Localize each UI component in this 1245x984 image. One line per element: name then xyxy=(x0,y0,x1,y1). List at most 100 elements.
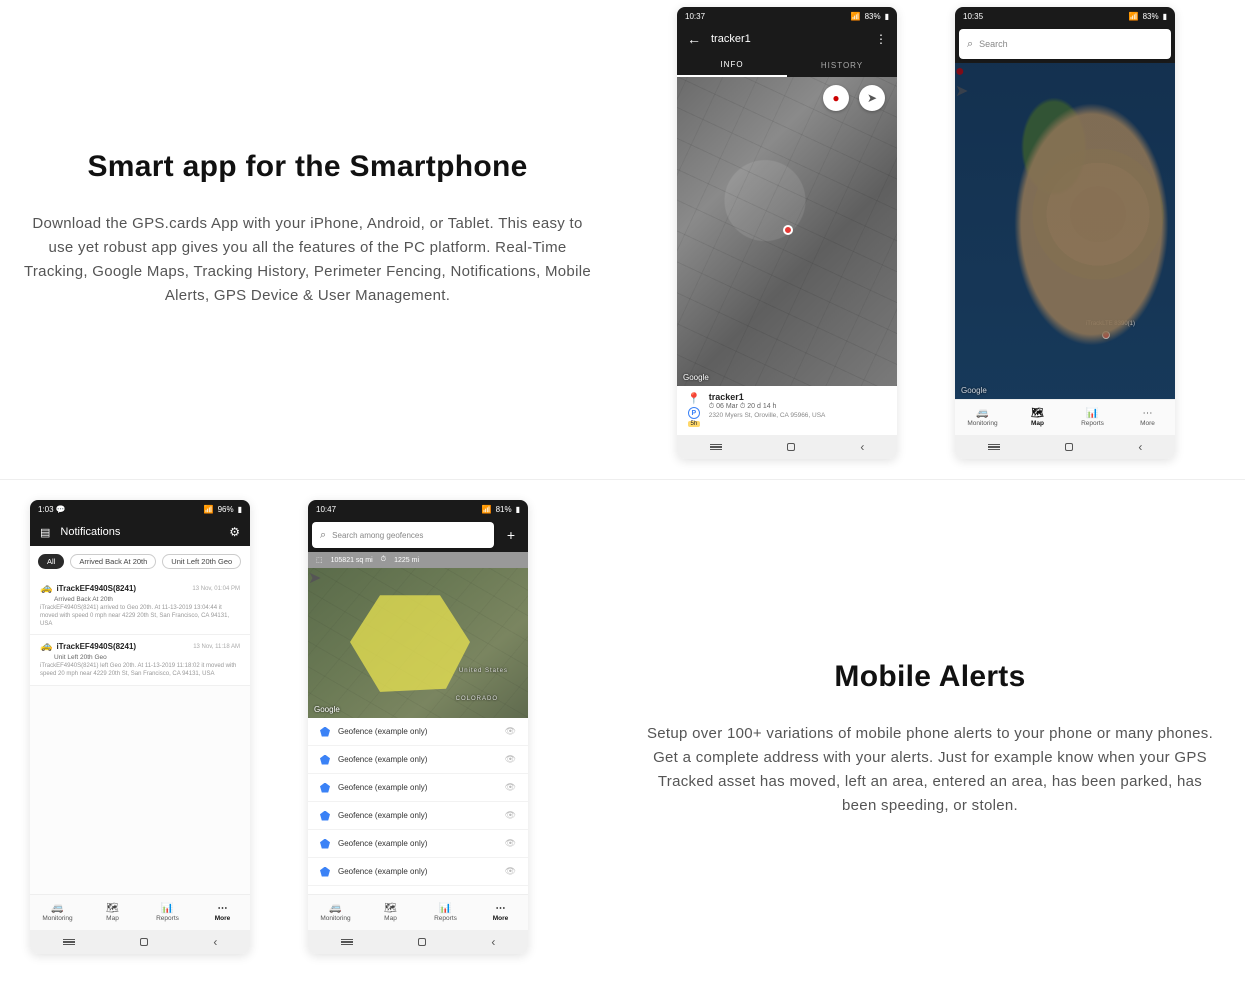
parking-icon: P xyxy=(688,407,700,419)
polygon-icon xyxy=(320,839,330,849)
locate-button[interactable]: ➤ xyxy=(308,568,528,588)
header-title: tracker1 xyxy=(711,33,751,45)
nav-monitoring[interactable]: 🚐Monitoring xyxy=(308,895,363,930)
wifi-icon: 📶 xyxy=(1129,12,1139,21)
section1-paragraph: Download the GPS.cards App with your iPh… xyxy=(20,212,595,308)
nav-monitoring[interactable]: 🚐Monitoring xyxy=(955,400,1010,435)
length-icon: ⏱ xyxy=(381,556,386,564)
map-attribution: Google xyxy=(314,705,340,714)
monitoring-icon: 🚐 xyxy=(51,903,63,914)
search-placeholder: Search among geofences xyxy=(332,531,423,540)
more-icon: ⋯ xyxy=(218,903,228,914)
battery-icon: ▮ xyxy=(516,505,520,514)
add-geofence-button[interactable]: + xyxy=(498,522,524,548)
eye-icon[interactable]: 👁 xyxy=(505,726,516,737)
phone3-shell: 1:03 💬 📶 96% ▮ ▤ Notifications ⚙ All Arr… xyxy=(30,500,250,954)
back-button[interactable]: ‹ xyxy=(860,440,864,454)
geofence-row[interactable]: Geofence (example only)👁 xyxy=(308,830,528,858)
geofence-polygon[interactable] xyxy=(350,590,470,694)
nav-more[interactable]: ⋯More xyxy=(473,895,528,930)
locate-button[interactable]: ➤ xyxy=(955,81,1175,101)
geofence-row[interactable]: Geofence (example only)👁 xyxy=(308,718,528,746)
home-button[interactable] xyxy=(140,938,148,946)
home-button[interactable] xyxy=(418,938,426,946)
section2-paragraph: Setup over 100+ variations of mobile pho… xyxy=(645,722,1215,818)
tracker-marker-label: iTrackLTE 8390(1) xyxy=(1086,321,1135,327)
nav-map[interactable]: 🗺Map xyxy=(85,895,140,930)
info-area: 105821 sq mi xyxy=(331,557,373,564)
eye-icon[interactable]: 👁 xyxy=(505,810,516,821)
center-button[interactable]: ● xyxy=(955,63,1175,81)
search-input[interactable]: ⌕ Search xyxy=(959,29,1171,59)
back-button[interactable]: ‹ xyxy=(213,935,217,949)
empty-space xyxy=(30,686,250,894)
section1-phones: 10:37 📶 83% ▮ ← tracker1 ⋮ INFO HISTORY … xyxy=(615,0,1245,479)
battery-label: 83% xyxy=(1143,12,1159,21)
nav-monitoring[interactable]: 🚐Monitoring xyxy=(30,895,85,930)
phone2-map[interactable]: ● ➤ iTrackLTE 8390(1) Google xyxy=(955,63,1175,399)
notif-timestamp: 13 Nov, 01:04 PM xyxy=(192,586,240,592)
battery-icon: ▮ xyxy=(1163,12,1167,21)
phone1-map[interactable]: ● ➤ Google xyxy=(677,77,897,386)
locate-button[interactable]: ➤ xyxy=(859,85,885,111)
kebab-menu-icon[interactable]: ⋮ xyxy=(875,32,887,46)
phone1-shell: 10:37 📶 83% ▮ ← tracker1 ⋮ INFO HISTORY … xyxy=(677,7,897,459)
notification-item[interactable]: 🚕 iTrackEF4940S(8241) 13 Nov, 01:04 PM A… xyxy=(30,577,250,635)
home-button[interactable] xyxy=(787,443,795,451)
tracker-info-card[interactable]: 📍 P 5h tracker1 ⏱ 06 Mar ⏱ 20 d 14 h 232… xyxy=(677,386,897,435)
nav-reports[interactable]: 📊Reports xyxy=(418,895,473,930)
phone4-bottom-nav: 🚐Monitoring 🗺Map 📊Reports ⋯More xyxy=(308,894,528,930)
battery-label: 83% xyxy=(865,12,881,21)
tab-info[interactable]: INFO xyxy=(677,53,787,77)
chip-all[interactable]: All xyxy=(38,554,64,569)
filter-chips: All Arrived Back At 20th Unit Left 20th … xyxy=(30,546,250,577)
tracker-meta: ⏱ 06 Mar ⏱ 20 d 14 h xyxy=(709,403,887,411)
battery-label: 81% xyxy=(496,505,512,514)
map-icon: 🗺 xyxy=(106,903,119,914)
geofence-row[interactable]: Geofence (example only)👁 xyxy=(308,774,528,802)
geofence-search-input[interactable]: ⌕ Search among geofences xyxy=(312,522,494,548)
nav-reports[interactable]: 📊Reports xyxy=(140,895,195,930)
eye-icon[interactable]: 👁 xyxy=(505,754,516,765)
header-title: Notifications xyxy=(60,526,120,538)
recents-button[interactable] xyxy=(341,939,353,945)
recents-button[interactable] xyxy=(63,939,75,945)
nav-map[interactable]: 🗺Map xyxy=(363,895,418,930)
geofence-map[interactable]: ➤ COLORADO United States Google xyxy=(308,568,528,718)
drop-icon: 📍 xyxy=(687,392,701,405)
polygon-icon xyxy=(320,783,330,793)
back-button[interactable]: ‹ xyxy=(491,935,495,949)
tab-history[interactable]: HISTORY xyxy=(787,53,897,77)
chip-left[interactable]: Unit Left 20th Geo xyxy=(162,554,241,569)
geofence-row[interactable]: Geofence (example only)👁 xyxy=(308,858,528,886)
eye-icon[interactable]: 👁 xyxy=(505,782,516,793)
back-icon[interactable]: ← xyxy=(687,31,701,47)
map-icon: 🗺 xyxy=(384,903,397,914)
nav-more[interactable]: ⋯More xyxy=(1120,400,1175,435)
geofence-info-bar: ⬚ 105821 sq mi ⏱ 1225 mi xyxy=(308,552,528,568)
car-icon: 🚕 xyxy=(40,583,52,594)
battery-icon: ▮ xyxy=(885,12,889,21)
phone1-statusbar: 10:37 📶 83% ▮ xyxy=(677,7,897,25)
geofence-row[interactable]: Geofence (example only)👁 xyxy=(308,746,528,774)
phone2-shell: 10:35 📶 83% ▮ ⌕ Search ● ➤ iTrackLTE 839… xyxy=(955,7,1175,459)
eye-icon[interactable]: 👁 xyxy=(505,866,516,877)
status-time: 10:35 xyxy=(963,12,983,21)
settings-icon[interactable]: ⚙ xyxy=(229,525,240,539)
nav-map[interactable]: 🗺Map xyxy=(1010,400,1065,435)
more-icon: ⋯ xyxy=(1143,408,1153,419)
home-button[interactable] xyxy=(1065,443,1073,451)
monitoring-icon: 🚐 xyxy=(329,903,341,914)
recents-button[interactable] xyxy=(988,444,1000,450)
nav-more[interactable]: ⋯More xyxy=(195,895,250,930)
nav-reports[interactable]: 📊Reports xyxy=(1065,400,1120,435)
eye-icon[interactable]: 👁 xyxy=(505,838,516,849)
chip-arrived[interactable]: Arrived Back At 20th xyxy=(70,554,156,569)
notification-item[interactable]: 🚕 iTrackEF4940S(8241) 13 Nov, 11:18 AM U… xyxy=(30,635,250,686)
center-button[interactable]: ● xyxy=(823,85,849,111)
recents-button[interactable] xyxy=(710,444,722,450)
geofence-row[interactable]: Geofence (example only)👁 xyxy=(308,802,528,830)
tracker-address: 2320 Myers St, Oroville, CA 95966, USA xyxy=(709,412,887,419)
back-button[interactable]: ‹ xyxy=(1138,440,1142,454)
phone3-statusbar: 1:03 💬 📶 96% ▮ xyxy=(30,500,250,518)
